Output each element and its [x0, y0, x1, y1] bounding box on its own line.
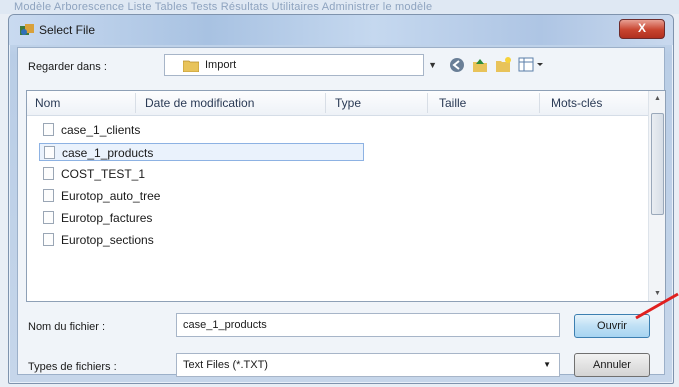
filetype-label: Types de fichiers : [28, 361, 117, 373]
list-item[interactable]: Eurotop_auto_tree [39, 187, 364, 205]
filename-field[interactable]: case_1_products [176, 313, 560, 337]
filename-label: Nom du fichier : [28, 321, 106, 333]
column-divider[interactable] [427, 93, 428, 113]
column-name[interactable]: Nom [35, 96, 60, 110]
file-name: COST_TEST_1 [61, 167, 146, 181]
file-icon [43, 233, 54, 246]
filetype-value: Text Files (*.TXT) [183, 359, 268, 371]
column-keywords[interactable]: Mots-clés [551, 96, 602, 110]
dialog-title: Select File [39, 23, 96, 37]
up-folder-icon[interactable] [471, 56, 489, 74]
view-menu-icon[interactable] [518, 56, 548, 74]
select-file-dialog: Select File X Regarder dans : Import ▼ N… [8, 14, 674, 384]
scroll-up-icon[interactable]: ▲ [654, 95, 661, 102]
column-divider[interactable] [539, 93, 540, 113]
file-name: Eurotop_auto_tree [61, 189, 161, 203]
list-item-selected[interactable]: case_1_products [39, 143, 364, 161]
chevron-down-icon[interactable]: ▼ [543, 360, 551, 369]
chevron-down-icon[interactable]: ▼ [428, 60, 437, 70]
dialog-body: Regarder dans : Import ▼ Nom Date de mod… [17, 47, 666, 377]
look-in-value: Import [205, 59, 237, 71]
file-icon [43, 123, 54, 136]
file-icon [43, 167, 54, 180]
back-icon[interactable] [448, 56, 466, 74]
file-name: Eurotop_sections [61, 233, 154, 247]
column-size[interactable]: Taille [439, 96, 466, 110]
list-item[interactable]: case_1_clients [39, 121, 364, 139]
column-header: Nom Date de modification Type Taille Mot… [27, 91, 651, 116]
folder-icon [182, 59, 200, 73]
column-divider[interactable] [325, 93, 326, 113]
filetype-dropdown[interactable]: Text Files (*.TXT) ▼ [176, 353, 560, 377]
file-icon [43, 211, 54, 224]
annotation-arrow-icon [635, 292, 679, 320]
app-icon [19, 23, 35, 37]
list-item[interactable]: Eurotop_factures [39, 209, 364, 227]
column-date-modified[interactable]: Date de modification [145, 96, 254, 110]
file-name: case_1_clients [61, 123, 141, 137]
cancel-button[interactable]: Annuler [574, 353, 650, 377]
new-folder-icon[interactable] [494, 56, 512, 74]
look-in-dropdown[interactable]: Import ▼ [164, 54, 437, 76]
file-list[interactable]: Nom Date de modification Type Taille Mot… [26, 90, 666, 302]
list-item[interactable]: Eurotop_sections [39, 231, 364, 249]
file-name: case_1_products [62, 146, 154, 160]
scroll-thumb[interactable] [651, 113, 664, 215]
list-item[interactable]: COST_TEST_1 [39, 165, 364, 183]
title-bar[interactable]: Select File X [9, 15, 673, 45]
close-button[interactable]: X [619, 19, 665, 39]
file-icon [43, 189, 54, 202]
column-type[interactable]: Type [335, 96, 361, 110]
vertical-scrollbar[interactable]: ▲ ▼ [648, 91, 665, 301]
column-divider[interactable] [135, 93, 136, 113]
file-icon [44, 146, 55, 159]
background-menu-bar: Modèle Arborescence Liste Tables Tests R… [0, 0, 679, 14]
file-name: Eurotop_factures [61, 211, 153, 225]
look-in-label: Regarder dans : [28, 61, 107, 73]
